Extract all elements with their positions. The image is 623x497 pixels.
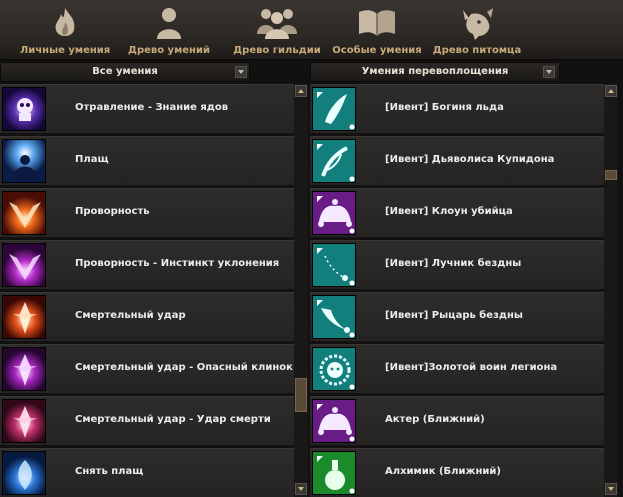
person-icon xyxy=(155,6,183,44)
skill-name: [Ивент] Богиня льда xyxy=(385,102,504,113)
death-strike-icon[interactable] xyxy=(2,399,46,443)
skill-name: [Ивент] Дьяволиса Купидона xyxy=(385,154,555,165)
ice-goddess-icon[interactable] xyxy=(312,87,356,131)
list-item[interactable]: Проворность xyxy=(0,188,294,238)
tab-guild-tree[interactable]: Древо гильдии xyxy=(230,0,324,60)
list-item[interactable]: [Ивент] Лучник бездны xyxy=(310,240,604,290)
left-scrollbar[interactable] xyxy=(294,84,308,497)
tab-pet-tree[interactable]: Древо питомца xyxy=(432,0,522,60)
tab-skill-tree[interactable]: Древо умений xyxy=(124,0,214,60)
tab-label: Древо питомца xyxy=(432,45,522,56)
list-item[interactable]: Снять плащ xyxy=(0,448,294,497)
list-item[interactable]: Отравление - Знание ядов xyxy=(0,84,294,134)
transformation-skills-list: [Ивент] Богиня льда [Ивент] Дьяволиса Ку… xyxy=(310,84,604,497)
dangerous-blade-icon[interactable] xyxy=(2,347,46,391)
right-list-title: Умения перевоплощения xyxy=(361,66,509,77)
tab-label: Древо умений xyxy=(128,45,210,56)
skill-name: Смертельный удар xyxy=(75,310,186,321)
skill-name: Смертельный удар - Опасный клинок xyxy=(75,362,293,373)
left-list-title: Все умения xyxy=(92,66,158,77)
remove-cloak-icon[interactable] xyxy=(2,451,46,495)
list-item[interactable]: Актер (Ближний) xyxy=(310,396,604,446)
scroll-up-arrow[interactable] xyxy=(295,85,307,97)
scroll-down-arrow[interactable] xyxy=(295,483,307,495)
list-item[interactable]: [Ивент] Дьяволиса Купидона xyxy=(310,136,604,186)
abyss-archer-icon[interactable] xyxy=(312,243,356,287)
list-item[interactable]: Проворность - Инстинкт уклонения xyxy=(0,240,294,290)
potion-flask-icon[interactable] xyxy=(312,451,356,495)
group-icon xyxy=(255,6,299,44)
list-item[interactable]: Смертельный удар - Опасный клинок xyxy=(0,344,294,394)
tab-label: Древо гильдии xyxy=(233,45,321,56)
flame-icon xyxy=(50,6,80,44)
skill-name: Актер (Ближний) xyxy=(385,414,485,425)
skill-name: Проворность - Инстинкт уклонения xyxy=(75,258,280,269)
right-filter-dropdown[interactable] xyxy=(543,66,555,78)
scroll-thumb[interactable] xyxy=(605,170,617,180)
scroll-thumb[interactable] xyxy=(295,378,307,412)
list-item[interactable]: [Ивент] Клоун убийца xyxy=(310,188,604,238)
scroll-down-arrow[interactable] xyxy=(605,483,617,495)
abyss-knight-icon[interactable] xyxy=(312,295,356,339)
list-item[interactable]: Плащ xyxy=(0,136,294,186)
book-icon xyxy=(357,6,397,42)
skill-name: [Ивент] Лучник бездны xyxy=(385,258,522,269)
agility-icon[interactable] xyxy=(2,191,46,235)
skill-name: Алхимик (Ближний) xyxy=(385,466,501,477)
list-item[interactable]: [Ивент] Рыцарь бездны xyxy=(310,292,604,342)
skill-name: Плащ xyxy=(75,154,109,165)
tab-label: Особые умения xyxy=(332,45,422,56)
skills-tab-bar: Личные умения Древо умений Древо гильдии… xyxy=(0,0,623,60)
jester-hat-icon[interactable] xyxy=(312,191,356,235)
tab-label: Личные умения xyxy=(20,45,111,56)
tab-special-skills[interactable]: Особые умения xyxy=(330,0,424,60)
skill-name: Снять плащ xyxy=(75,466,144,477)
skill-name: Отравление - Знание ядов xyxy=(75,102,229,113)
skill-name: [Ивент] Рыцарь бездны xyxy=(385,310,523,321)
right-list-header: Умения перевоплощения xyxy=(310,62,560,82)
list-item[interactable]: Алхимик (Ближний) xyxy=(310,448,604,497)
pet-icon xyxy=(457,6,497,46)
poison-skull-icon[interactable] xyxy=(2,87,46,131)
jester-hat-icon[interactable] xyxy=(312,399,356,443)
deadly-strike-icon[interactable] xyxy=(2,295,46,339)
lion-head-icon[interactable] xyxy=(312,347,356,391)
skill-name: Проворность xyxy=(75,206,150,217)
skill-name: [Ивент]Золотой воин легиона xyxy=(385,362,558,373)
evasion-icon[interactable] xyxy=(2,243,46,287)
skill-name: Смертельный удар - Удар смерти xyxy=(75,414,271,425)
right-scrollbar[interactable] xyxy=(604,84,618,497)
scroll-up-arrow[interactable] xyxy=(605,85,617,97)
list-item[interactable]: [Ивент]Золотой воин легиона xyxy=(310,344,604,394)
tab-personal-skills[interactable]: Личные умения xyxy=(20,0,110,60)
list-item[interactable]: Смертельный удар xyxy=(0,292,294,342)
cloak-icon[interactable] xyxy=(2,139,46,183)
skill-name: [Ивент] Клоун убийца xyxy=(385,206,513,217)
left-list-header: Все умения xyxy=(0,62,250,82)
list-item[interactable]: [Ивент] Богиня льда xyxy=(310,84,604,134)
all-skills-list: Отравление - Знание ядов Плащ Проворност… xyxy=(0,84,294,497)
cupid-bow-icon[interactable] xyxy=(312,139,356,183)
list-item[interactable]: Смертельный удар - Удар смерти xyxy=(0,396,294,446)
left-filter-dropdown[interactable] xyxy=(235,66,247,78)
